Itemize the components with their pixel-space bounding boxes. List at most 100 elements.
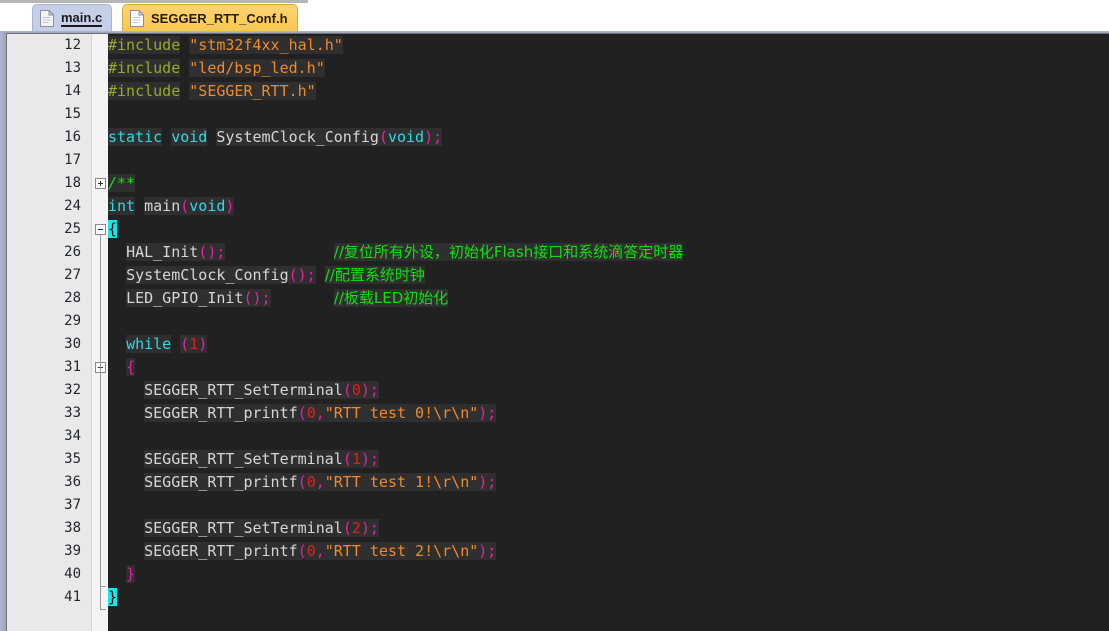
code-token-id: HAL_Init: [126, 243, 199, 261]
code-line[interactable]: }: [108, 586, 1109, 609]
line-number: 32: [64, 382, 81, 398]
code-token-kw: static: [108, 128, 163, 146]
line-number: 29: [64, 313, 81, 329]
line-number: 39: [64, 543, 81, 559]
document-icon: [130, 9, 144, 27]
code-token-kw: void: [189, 197, 226, 215]
line-number: 14: [64, 83, 81, 99]
code-line[interactable]: #include "led/bsp_led.h": [108, 57, 1109, 80]
code-token-pn: ): [198, 335, 208, 353]
code-token-pn: ): [225, 197, 235, 215]
code-token-pn: (: [180, 197, 190, 215]
editor-tab-strip: main.c SEGGER_RTT_Conf.h: [0, 0, 1109, 31]
line-number: 34: [64, 428, 81, 444]
code-line[interactable]: static void SystemClock_Config(void);: [108, 126, 1109, 149]
code-token-num: 1: [351, 450, 361, 468]
fold-marker-minus[interactable]: [95, 224, 106, 235]
code-token-pn: (: [297, 473, 307, 491]
code-token-num: 0: [351, 381, 361, 399]
code-token-num: 2: [351, 519, 361, 537]
code-token-pp: #include: [108, 36, 181, 54]
code-token-pn: );: [478, 473, 497, 491]
fold-guide-end: [100, 586, 106, 587]
code-text-area[interactable]: #include "stm32f4xx_hal.h" #include "led/…: [108, 34, 1109, 631]
code-line[interactable]: while (1): [108, 333, 1109, 356]
code-token-pn: );: [360, 450, 379, 468]
code-token-pn: ,: [315, 404, 325, 422]
code-token-pn: (: [297, 542, 307, 560]
line-number: 41: [64, 589, 81, 605]
code-token-cm-cjk: //复位所有外设，初始化Flash接口和系统滴答定时器: [333, 243, 684, 261]
code-token-id: SEGGER_RTT_SetTerminal: [144, 519, 343, 537]
code-token-id: SystemClock_Config: [216, 128, 379, 146]
code-line[interactable]: [108, 494, 1109, 517]
line-number: 37: [64, 497, 81, 513]
code-line[interactable]: SEGGER_RTT_printf(0,"RTT test 0!\r\n");: [108, 402, 1109, 425]
editor-surface[interactable]: 12 13 14 15 16 17 18 24 25 26 27 28 29 30 31 32 33 34 35 36…: [6, 33, 1109, 631]
code-token-id: main: [144, 197, 181, 215]
code-line[interactable]: HAL_Init(); //复位所有外设，初始化Flash接口和系统滴答定时器: [108, 241, 1109, 264]
code-token-pn: );: [478, 404, 497, 422]
code-token-id: SEGGER_RTT_printf: [144, 404, 298, 422]
code-folding-strip[interactable]: [91, 34, 108, 631]
code-line[interactable]: SEGGER_RTT_printf(0,"RTT test 2!\r\n");: [108, 540, 1109, 563]
code-line[interactable]: {: [108, 356, 1109, 379]
code-token-kw: while: [126, 335, 172, 353]
code-line[interactable]: int main(void): [108, 195, 1109, 218]
code-token-id: SEGGER_RTT_printf: [144, 473, 298, 491]
line-number: 16: [64, 129, 81, 145]
code-token-pn: ,: [315, 542, 325, 560]
line-number: 13: [64, 60, 81, 76]
tab-main-c[interactable]: main.c: [32, 4, 113, 31]
line-number: 25: [64, 221, 81, 237]
code-token-brace-hl: {: [108, 220, 118, 238]
code-token-str: "stm32f4xx_hal.h": [189, 36, 343, 54]
line-number: 18: [64, 175, 81, 191]
code-token-pn: {: [126, 358, 136, 376]
code-line[interactable]: [108, 425, 1109, 448]
code-token-pp: #include: [108, 82, 181, 100]
code-line[interactable]: #include "SEGGER_RTT.h": [108, 80, 1109, 103]
code-line[interactable]: [108, 149, 1109, 172]
tab-label: main.c: [61, 9, 103, 27]
code-line[interactable]: SystemClock_Config(); //配置系统时钟: [108, 264, 1109, 287]
code-line[interactable]: SEGGER_RTT_SetTerminal(0);: [108, 379, 1109, 402]
code-token-pn: (: [342, 381, 352, 399]
code-line[interactable]: LED_GPIO_Init(); //板载LED初始化: [108, 287, 1109, 310]
line-number: 33: [64, 405, 81, 421]
code-token-cm-cjk: //配置系统时钟: [324, 266, 425, 284]
tab-segger-rtt-conf-h[interactable]: SEGGER_RTT_Conf.h: [122, 4, 298, 31]
line-number: 40: [64, 566, 81, 582]
code-token-id: LED_GPIO_Init: [126, 289, 244, 307]
line-number: 36: [64, 474, 81, 490]
code-token-brace-hl: }: [108, 588, 118, 606]
line-number: 27: [64, 267, 81, 283]
code-line[interactable]: SEGGER_RTT_SetTerminal(2);: [108, 517, 1109, 540]
code-token-pn: (: [378, 128, 388, 146]
code-line[interactable]: [108, 103, 1109, 126]
code-token-pn: ();: [288, 266, 316, 284]
code-token-num: 0: [306, 404, 316, 422]
code-token-id: SystemClock_Config: [126, 266, 289, 284]
code-token-pn: }: [126, 565, 136, 583]
code-line[interactable]: [108, 310, 1109, 333]
code-token-id: SEGGER_RTT_SetTerminal: [144, 450, 343, 468]
code-line[interactable]: /**: [108, 172, 1109, 195]
fold-guide-line: [100, 373, 101, 586]
code-line[interactable]: SEGGER_RTT_SetTerminal(1);: [108, 448, 1109, 471]
code-line[interactable]: #include "stm32f4xx_hal.h": [108, 34, 1109, 57]
code-token-pn: ();: [243, 289, 271, 307]
code-line[interactable]: {: [108, 218, 1109, 241]
line-number: 38: [64, 520, 81, 536]
code-line[interactable]: }: [108, 563, 1109, 586]
code-line[interactable]: SEGGER_RTT_printf(0,"RTT test 1!\r\n");: [108, 471, 1109, 494]
fold-marker-plus[interactable]: [95, 178, 106, 189]
